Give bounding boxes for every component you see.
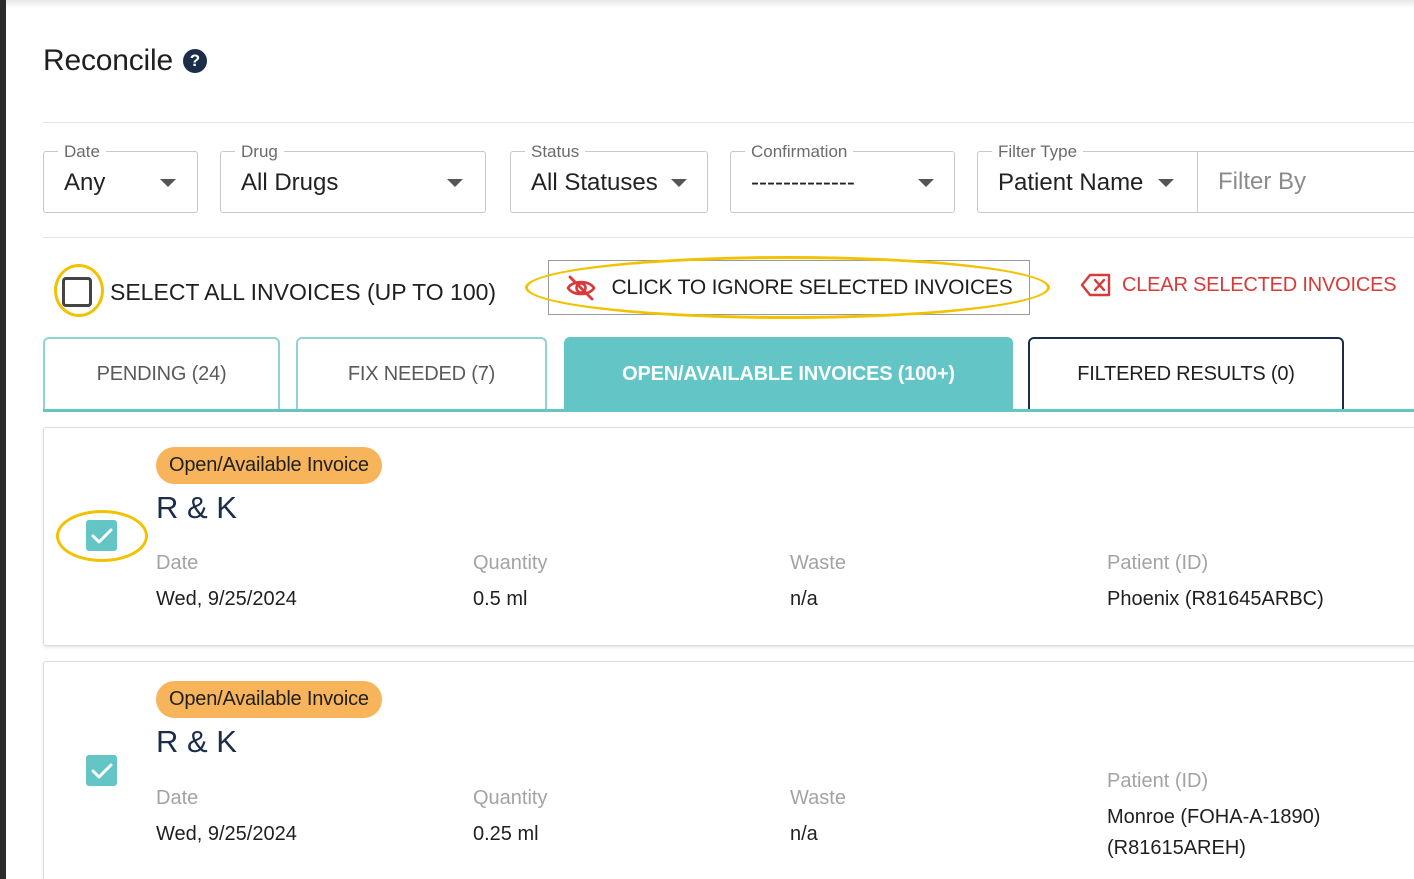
invoice-card: Open/Available Invoice R & K Date Wed, 9… [43,661,1414,879]
patient-value: Phoenix (R81645ARBC) [1107,588,1324,610]
status-badge: Open/Available Invoice [156,681,382,718]
date-select-value: Any [64,169,106,196]
filter-type-select[interactable]: Filter Type Patient Name [977,142,1198,213]
drug-select-label: Drug [235,142,284,162]
invoice-checkbox[interactable] [86,755,117,786]
drug-select-value: All Drugs [241,169,339,196]
filter-by-field[interactable] [1197,151,1414,213]
date-column: Date Wed, 9/25/2024 [156,552,297,615]
chevron-down-icon [918,179,934,187]
status-select-value: All Statuses [531,169,658,196]
date-value: Wed, 9/25/2024 [156,588,297,610]
tabs-underline [43,409,1414,412]
waste-column: Waste n/a [790,552,846,615]
confirmation-select[interactable]: Confirmation ------------- [730,142,955,213]
checkmark-icon [91,763,112,778]
tab-filtered-results[interactable]: FILTERED RESULTS (0) [1028,337,1344,410]
invoice-card: Open/Available Invoice R & K Date Wed, 9… [43,427,1414,646]
highlight-ring [54,264,104,317]
patient-name: Monroe (FOHA-A-1890) [1107,806,1321,828]
patient-column: Patient (ID) Phoenix (R81645ARBC) [1107,552,1324,615]
divider [43,122,1414,123]
clear-x-icon [1080,272,1112,298]
quantity-label: Quantity [473,552,548,574]
waste-label: Waste [790,787,846,809]
tab-open-available[interactable]: OPEN/AVAILABLE INVOICES (100+) [564,337,1013,410]
chevron-down-icon [1158,179,1174,187]
quantity-value: 0.25 ml [473,823,539,845]
select-all-invoices[interactable]: SELECT ALL INVOICES (UP TO 100) [62,277,496,307]
ignore-selected-button[interactable]: CLICK TO IGNORE SELECTED INVOICES [548,260,1030,315]
confirmation-select-label: Confirmation [745,142,854,162]
waste-column: Waste n/a [790,787,846,850]
status-select-label: Status [525,142,586,162]
divider [43,237,1414,238]
highlight-ring [56,510,148,562]
date-column: Date Wed, 9/25/2024 [156,787,297,850]
date-select-label: Date [58,142,106,162]
clear-selected-button[interactable]: CLEAR SELECTED INVOICES [1080,272,1397,298]
chevron-down-icon [160,179,176,187]
chevron-down-icon [447,179,463,187]
help-icon[interactable]: ? [182,49,207,73]
page-title: Reconcile [43,44,173,77]
status-select[interactable]: Status All Statuses [510,142,708,213]
filter-type-select-label: Filter Type [992,142,1084,162]
tab-fix-needed[interactable]: FIX NEEDED (7) [296,337,547,410]
filter-type-select-value: Patient Name [998,169,1144,196]
date-select[interactable]: Date Any [43,142,198,213]
status-badge: Open/Available Invoice [156,447,382,484]
page-header: Reconcile ? [43,44,207,78]
waste-value: n/a [790,823,818,845]
quantity-column: Quantity 0.5 ml [473,552,547,615]
date-label: Date [156,787,199,809]
tab-pending[interactable]: PENDING (24) [43,337,280,410]
chevron-down-icon [671,179,687,187]
patient-column: Patient (ID) Monroe (FOHA-A-1890) (R8161… [1107,770,1320,864]
patient-id: (R81615AREH) [1107,837,1246,859]
ignore-selected-label: CLICK TO IGNORE SELECTED INVOICES [611,275,1013,299]
eye-slash-icon [565,274,597,302]
waste-label: Waste [790,552,846,574]
patient-value: Monroe (FOHA-A-1890) (R81615AREH) [1107,802,1320,864]
filter-by-input[interactable] [1198,152,1414,212]
patient-label: Patient (ID) [1107,552,1209,574]
drug-select[interactable]: Drug All Drugs [220,142,486,213]
vendor-name: R & K [156,490,237,525]
select-all-label: SELECT ALL INVOICES (UP TO 100) [110,278,497,305]
confirmation-select-value: ------------- [751,169,855,196]
quantity-value: 0.5 ml [473,588,528,610]
waste-value: n/a [790,588,818,610]
clear-selected-label: CLEAR SELECTED INVOICES [1122,273,1397,296]
quantity-label: Quantity [473,787,548,809]
date-label: Date [156,552,199,574]
top-shadow [6,0,1414,8]
vendor-name: R & K [156,724,237,759]
quantity-column: Quantity 0.25 ml [473,787,547,850]
left-edge-bar [0,0,6,879]
patient-label: Patient (ID) [1107,770,1209,792]
date-value: Wed, 9/25/2024 [156,823,297,845]
